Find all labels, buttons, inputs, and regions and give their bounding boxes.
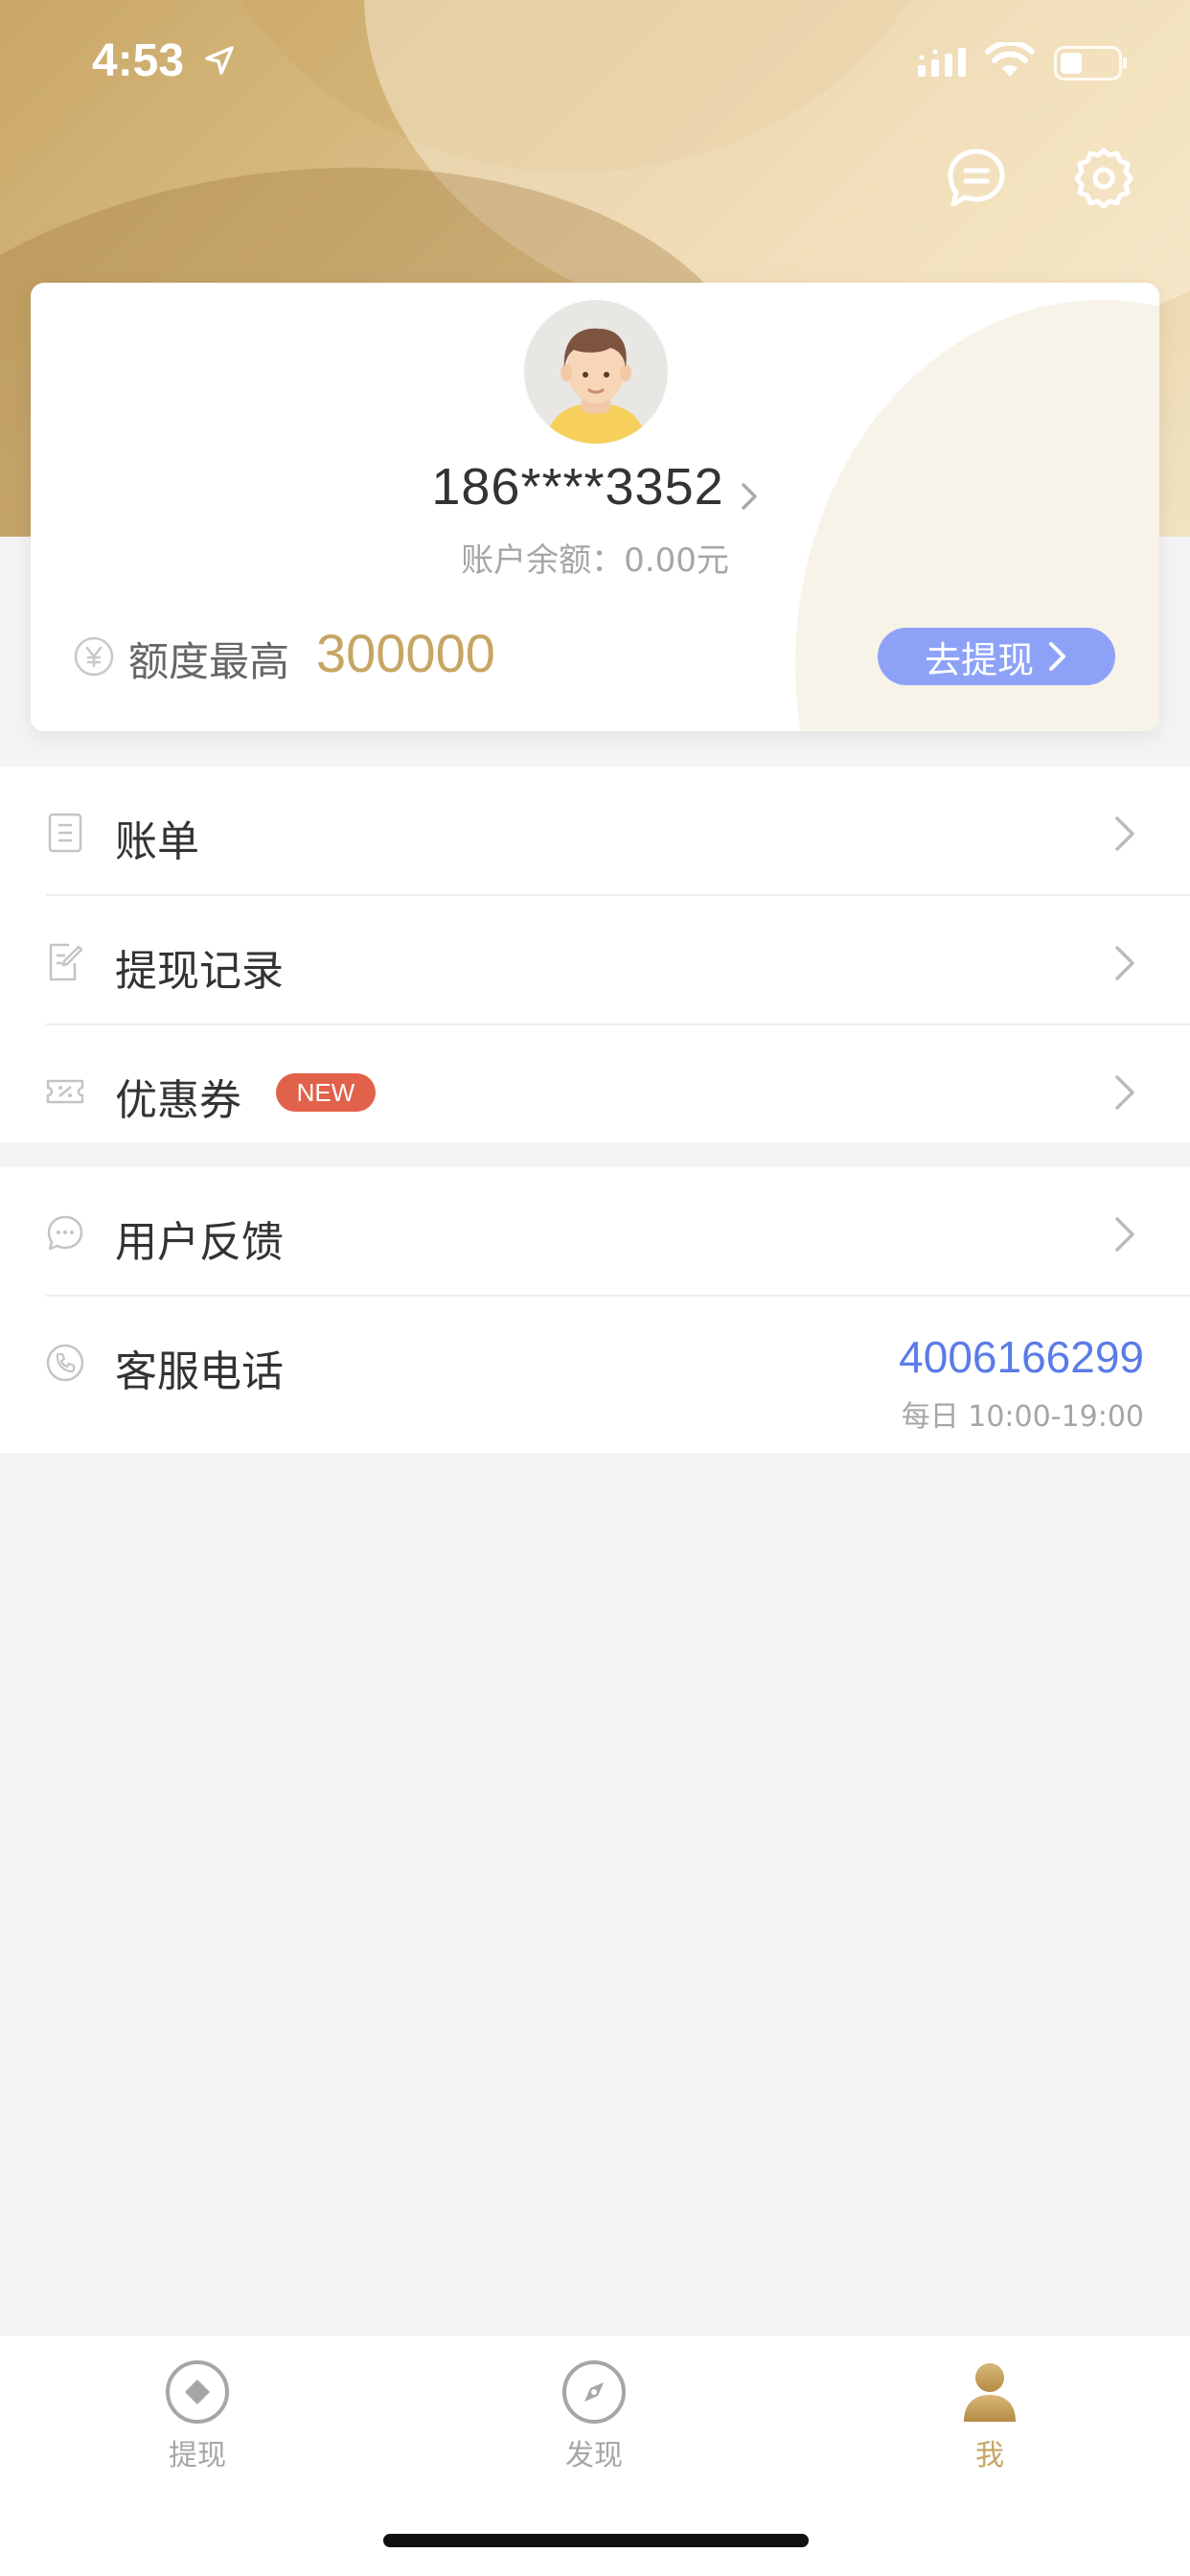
status-time: 4:53 — [92, 35, 185, 86]
hotline-number[interactable]: 4006166299 — [899, 1331, 1144, 1383]
menu-item-withdraw-records-label: 提现记录 — [115, 947, 284, 996]
menu-item-hotline-label: 客服电话 — [115, 1347, 284, 1396]
tab-withdraw[interactable]: 提现 — [121, 2358, 274, 2473]
coupon-icon — [46, 1079, 84, 1104]
chevron-right-icon — [1049, 642, 1065, 671]
menu-item-hotline[interactable]: 客服电话 4006166299 每日 10:00-19:00 — [0, 1297, 1190, 1453]
account-balance: 账户余额：0.00元 — [461, 541, 729, 580]
chevron-right-icon — [1115, 816, 1134, 851]
menu-group-support: 用户反馈 客服电话 4006166299 每日 10:00-19:00 — [0, 1167, 1190, 1453]
phone-icon — [46, 1344, 84, 1382]
menu-item-coupons-label: 优惠券 — [115, 1076, 241, 1125]
quota-label: 额度最高 — [128, 638, 290, 685]
status-bar: 4:53 — [0, 0, 1190, 125]
tab-me[interactable]: 我 — [913, 2358, 1066, 2473]
chevron-right-icon — [1115, 946, 1134, 980]
avatar-illustration — [545, 328, 647, 444]
feedback-chat-icon — [47, 1215, 83, 1251]
withdraw-button-label: 去提现 — [924, 638, 1034, 681]
menu-item-bill-label: 账单 — [115, 817, 199, 866]
location-arrow-icon — [205, 46, 234, 75]
tab-withdraw-label: 提现 — [169, 2439, 226, 2472]
bill-icon — [48, 813, 82, 853]
chevron-right-icon — [741, 482, 757, 510]
home-indicator — [383, 2534, 809, 2547]
chevron-right-icon — [1115, 1217, 1134, 1252]
user-icon — [964, 2363, 1016, 2422]
menu-group-account: 账单 提现记录 优惠券 NEW — [0, 767, 1190, 1142]
menu-item-bill[interactable]: 账单 — [0, 767, 1190, 896]
message-icon[interactable] — [944, 146, 1009, 211]
chevron-right-icon — [1115, 1075, 1134, 1110]
phone-number-row[interactable]: 186****3352 — [31, 457, 1159, 517]
edit-record-icon — [49, 943, 83, 981]
withdraw-button[interactable]: 去提现 — [878, 628, 1115, 685]
battery-icon — [1054, 46, 1127, 80]
settings-gear-icon[interactable] — [1071, 146, 1136, 211]
menu-item-coupons[interactable]: 优惠券 NEW — [0, 1025, 1190, 1155]
menu-item-feedback[interactable]: 用户反馈 — [0, 1167, 1190, 1297]
quota-value: 300000 — [316, 623, 495, 683]
menu-item-withdraw-records[interactable]: 提现记录 — [0, 896, 1190, 1025]
yen-coin-icon — [74, 636, 114, 677]
avatar[interactable] — [524, 300, 668, 444]
profile-card: 186****3352 账户余额：0.00元 额度最高 300000 去提现 — [31, 283, 1159, 731]
compass-icon — [562, 2360, 626, 2424]
tab-discover-label: 发现 — [565, 2439, 623, 2472]
cellular-signal-icon — [918, 48, 966, 77]
tab-me-label: 我 — [975, 2439, 1004, 2472]
diamond-icon — [166, 2360, 229, 2424]
phone-number: 186****3352 — [431, 458, 724, 516]
wifi-icon — [985, 42, 1035, 77]
menu-item-feedback-label: 用户反馈 — [115, 1218, 284, 1267]
new-badge: NEW — [276, 1073, 376, 1112]
tab-discover[interactable]: 发现 — [517, 2358, 671, 2473]
hotline-hours: 每日 10:00-19:00 — [901, 1400, 1144, 1434]
